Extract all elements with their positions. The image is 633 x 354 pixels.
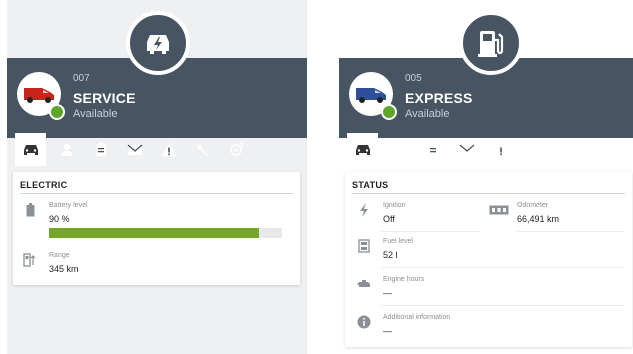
vehicle-name: EXPRESS: [405, 90, 473, 106]
battery-icon: [23, 203, 37, 217]
clipboard-icon: [95, 142, 106, 156]
envelope-icon: [127, 144, 142, 155]
tab-documents[interactable]: [85, 133, 116, 166]
panel-divider: [352, 193, 625, 194]
row-divider: [381, 231, 481, 232]
vehicle-id: 005: [405, 73, 422, 84]
location-pin-icon: [229, 143, 244, 156]
vehicle-name: SERVICE: [73, 90, 136, 106]
vehicle-card-express: 005 EXPRESS Available STATUS Ignition Of…: [339, 0, 633, 354]
vehicle-status: Available: [73, 108, 118, 120]
envelope-icon: [459, 144, 474, 155]
ignition-label: Ignition: [383, 202, 406, 209]
tab-driver[interactable]: [51, 133, 82, 166]
row-divider: [381, 305, 625, 306]
electric-panel: ELECTRIC Battery level 90 % Range 345 km: [13, 172, 300, 285]
ignition-icon: [357, 203, 371, 217]
additional-info-label: Additional information: [383, 314, 451, 321]
tab-maintenance[interactable]: [187, 133, 218, 166]
tab-location[interactable]: [221, 133, 252, 166]
fuel-value: 52 l: [383, 250, 398, 260]
engine-icon: [357, 277, 371, 291]
range-icon: [23, 253, 37, 267]
fuel-pump-icon: [478, 31, 504, 57]
ignition-value: Off: [383, 214, 395, 224]
fuel-badge: [459, 11, 523, 75]
tab-vehicle[interactable]: [347, 133, 378, 166]
tab-messages[interactable]: [451, 133, 482, 166]
odometer-icon: [489, 203, 509, 217]
available-status-dot: [49, 104, 65, 120]
driver-icon: [60, 143, 73, 156]
tab-location[interactable]: [553, 133, 584, 166]
warning-icon: [493, 143, 508, 156]
available-status-dot: [381, 104, 397, 120]
panel-title: ELECTRIC: [20, 180, 68, 190]
info-icon: [357, 315, 371, 329]
wrench-icon: [528, 144, 540, 156]
panel-title: STATUS: [352, 180, 389, 190]
location-pin-icon: [561, 143, 576, 156]
clipboard-icon: [427, 142, 438, 156]
tab-vehicle[interactable]: [15, 133, 46, 166]
car-icon: [355, 144, 370, 155]
range-value: 345 km: [49, 264, 79, 274]
engine-hours-label: Engine hours: [383, 276, 425, 283]
warning-icon: [161, 143, 176, 156]
panel-divider: [20, 193, 293, 194]
battery-bar-fill: [49, 228, 259, 238]
tab-alerts[interactable]: [153, 133, 184, 166]
engine-hours-value: —: [383, 288, 392, 298]
fuel-label: Fuel level: [383, 238, 413, 245]
van-icon: [356, 88, 386, 103]
additional-info-value: —: [383, 326, 392, 336]
driver-icon: [392, 143, 405, 156]
fuel-gauge-icon: [357, 239, 371, 253]
battery-label: Battery level: [49, 202, 88, 209]
row-divider: [517, 231, 625, 232]
row-divider: [381, 267, 625, 268]
vehicle-id: 007: [73, 73, 90, 84]
tab-messages[interactable]: [119, 133, 150, 166]
odometer-value: 66,491 km: [517, 214, 560, 224]
ev-charging-badge: [126, 11, 190, 75]
battery-value: 90 %: [49, 214, 70, 224]
vehicle-status: Available: [405, 108, 450, 120]
status-panel: STATUS Ignition Off Odometer 66,491 km F…: [345, 172, 632, 347]
wrench-icon: [196, 144, 208, 156]
van-icon: [24, 88, 54, 103]
battery-bar: [49, 228, 282, 238]
car-icon: [23, 144, 38, 155]
vehicle-card-service: 007 SERVICE Available ELECTRIC Battery l…: [7, 0, 307, 354]
tab-driver[interactable]: [383, 133, 414, 166]
odometer-label: Odometer: [517, 202, 549, 209]
tab-alerts[interactable]: [485, 133, 516, 166]
ev-charging-icon: [147, 35, 169, 54]
tab-documents[interactable]: [417, 133, 448, 166]
range-label: Range: [49, 252, 70, 259]
tab-maintenance[interactable]: [519, 133, 550, 166]
